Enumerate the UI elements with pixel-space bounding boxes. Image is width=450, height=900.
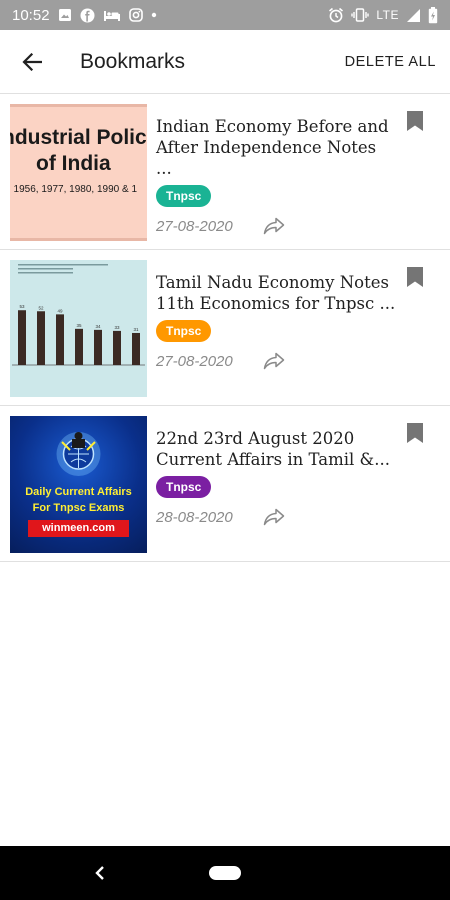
nav-back-button[interactable]: [90, 861, 110, 885]
chart-data-label: 34: [95, 324, 101, 329]
share-button[interactable]: [262, 349, 286, 373]
post-date: 28-08-2020: [156, 508, 233, 526]
category-tag: Tnpsc: [156, 185, 212, 207]
chart-bar: [94, 329, 102, 365]
category-tag: Tnpsc: [156, 476, 212, 498]
thumbnail-text: of India: [36, 152, 111, 175]
chart-caption-line: [18, 272, 73, 274]
image-icon: [58, 8, 72, 22]
signal-icon: [406, 8, 421, 23]
bookmark-card[interactable]: ndustrial Polic of India , 1956, 1977, 1…: [0, 94, 450, 250]
bed-icon: [103, 8, 121, 22]
chart-bar: [37, 311, 45, 365]
title-line: 11th Economics for Tnpsc ...: [156, 294, 396, 313]
chart-bar: [18, 310, 26, 365]
bookmark-card[interactable]: Daily Current Affairs For Tnpsc Exams wi…: [0, 406, 450, 562]
bookmark-toggle-button[interactable]: [406, 422, 424, 444]
bookmark-title[interactable]: Indian Economy Before and After Independ…: [156, 116, 396, 179]
thumbnail-text: For Tnpsc Exams: [32, 502, 125, 514]
title-line: 22nd 23rd August 2020: [156, 429, 355, 448]
chart-data-label: 33: [114, 325, 120, 330]
chart-bar: [132, 332, 140, 365]
back-button[interactable]: [4, 30, 60, 94]
bookmark-icon: [407, 267, 423, 287]
chart-bar: [113, 330, 121, 365]
chart-bar: [56, 314, 64, 365]
bookmark-icon: [407, 111, 423, 131]
bookmark-toggle-button[interactable]: [406, 266, 424, 288]
post-date: 27-08-2020: [156, 217, 233, 235]
bookmark-card[interactable]: 53 52 49 35 34 33 31 Tamil Nadu Economy Notes …: [0, 250, 450, 406]
thumbnail-text: ndustrial Polic: [10, 126, 147, 149]
title-line: After Independence Notes ...: [156, 138, 377, 178]
bookmark-list: ndustrial Polic of India , 1956, 1977, 1…: [0, 94, 450, 562]
bookmark-toggle-button[interactable]: [406, 110, 424, 132]
system-nav-bar: [0, 846, 450, 900]
alarm-icon: [328, 7, 344, 23]
dot-icon: [151, 12, 157, 18]
share-button[interactable]: [262, 214, 286, 238]
chart-bar: [75, 328, 83, 365]
title-line: Current Affairs in Tamil &...: [156, 450, 390, 469]
chart-data-label: 35: [76, 323, 82, 328]
globe-logo-icon: [56, 432, 101, 476]
thumbnail-text: , 1956, 1977, 1980, 1990 & 1: [10, 184, 137, 195]
chart-data-label: 53: [19, 304, 25, 309]
bookmark-title[interactable]: 22nd 23rd August 2020 Current Affairs in…: [156, 428, 396, 470]
facebook-icon: [80, 8, 95, 23]
share-icon: [263, 352, 285, 370]
title-line: Tamil Nadu Economy Notes: [156, 273, 389, 292]
status-time: 10:52: [12, 6, 50, 24]
chart-data-label: 52: [38, 305, 44, 310]
network-type: LTE: [376, 8, 399, 22]
chart-data-label: 49: [57, 308, 63, 313]
thumbnail-site-label: winmeen.com: [28, 520, 129, 537]
vibrate-icon: [351, 8, 370, 22]
chart-data-label: 31: [133, 327, 139, 332]
chart-caption-line: [18, 264, 108, 266]
nav-home-button[interactable]: [209, 866, 241, 880]
chart-caption-line: [18, 268, 73, 270]
share-icon: [263, 217, 285, 235]
page-title: Bookmarks: [80, 49, 186, 73]
chevron-left-icon: [95, 866, 104, 880]
bookmark-title[interactable]: Tamil Nadu Economy Notes 11th Economics …: [156, 272, 396, 314]
share-button[interactable]: [262, 505, 286, 529]
thumbnail-economy-chart[interactable]: 53 52 49 35 34 33 31: [10, 260, 147, 397]
battery-icon: [428, 6, 438, 24]
thumbnail-current-affairs[interactable]: Daily Current Affairs For Tnpsc Exams wi…: [10, 416, 147, 553]
title-line: Indian Economy Before and: [156, 117, 389, 136]
arrow-left-icon: [22, 52, 42, 71]
post-date: 27-08-2020: [156, 352, 233, 370]
bookmark-icon: [407, 423, 423, 443]
thumbnail-text: Daily Current Affairs: [25, 486, 132, 498]
status-bar: 10:52 LTE: [0, 0, 450, 30]
thumbnail-bar-chart: 53 52 49 35 34 33 31: [12, 264, 145, 366]
app-bar: Bookmarks DELETE ALL: [0, 30, 450, 94]
delete-all-button[interactable]: DELETE ALL: [345, 54, 436, 70]
instagram-icon: [128, 8, 143, 22]
category-tag: Tnpsc: [156, 320, 212, 342]
share-icon: [263, 508, 285, 526]
thumbnail-industrial-policy[interactable]: ndustrial Polic of India , 1956, 1977, 1…: [10, 104, 147, 241]
